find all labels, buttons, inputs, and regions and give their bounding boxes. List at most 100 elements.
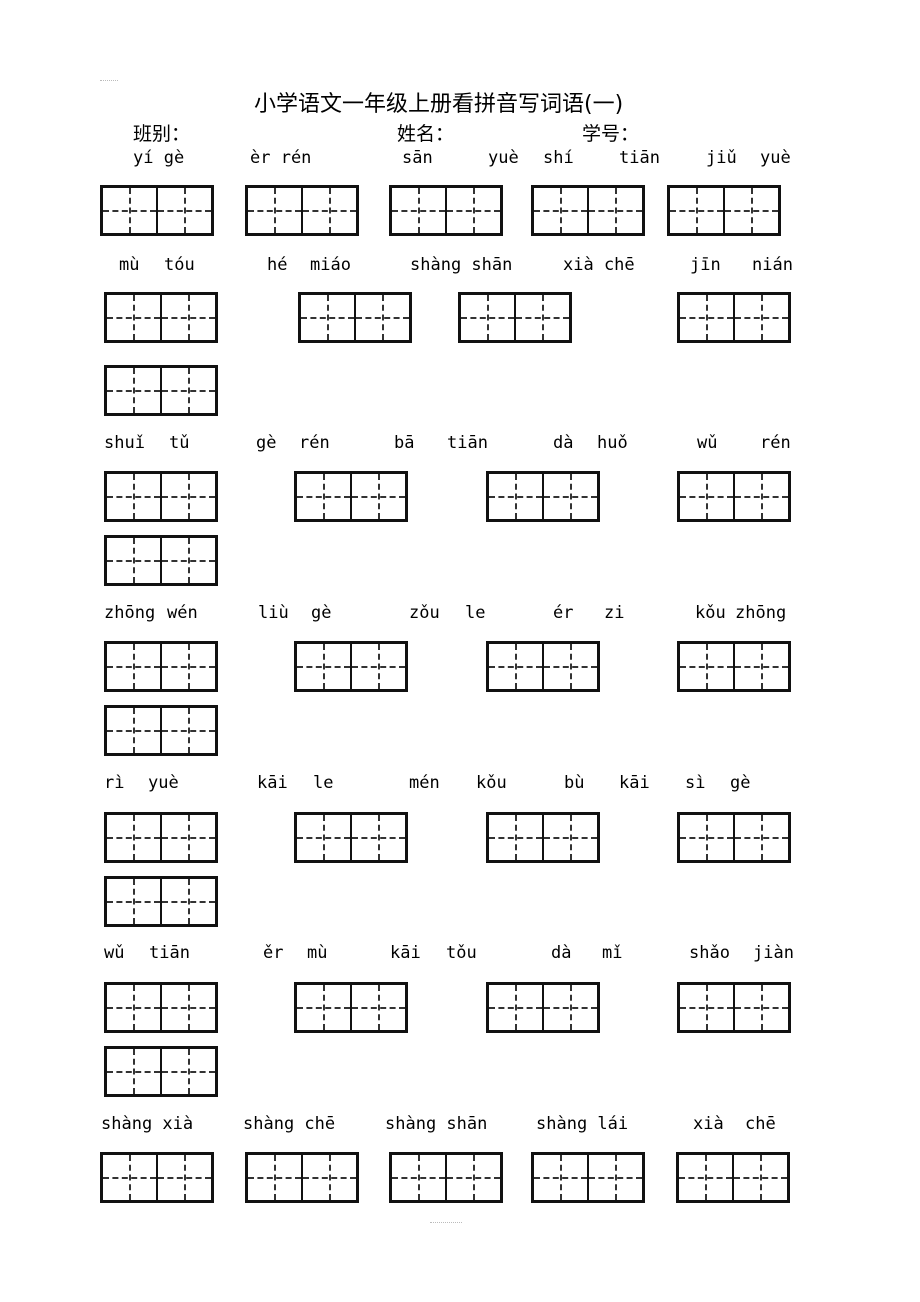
writing-grid-box[interactable]: [104, 292, 218, 343]
writing-grid-box[interactable]: [486, 982, 600, 1033]
tianzige-cell[interactable]: [160, 644, 215, 689]
tianzige-cell[interactable]: [489, 474, 542, 519]
writing-grid-box[interactable]: [104, 535, 218, 586]
tianzige-cell[interactable]: [542, 985, 597, 1030]
tianzige-cell[interactable]: [107, 985, 160, 1030]
writing-grid-box[interactable]: [531, 1152, 645, 1203]
writing-grid-box[interactable]: [294, 982, 408, 1033]
writing-grid-box[interactable]: [677, 471, 791, 522]
tianzige-cell[interactable]: [160, 538, 215, 583]
tianzige-cell[interactable]: [107, 644, 160, 689]
tianzige-cell[interactable]: [350, 644, 405, 689]
writing-grid-box[interactable]: [245, 185, 359, 236]
tianzige-cell[interactable]: [297, 474, 350, 519]
writing-grid-box[interactable]: [104, 705, 218, 756]
writing-grid-box[interactable]: [677, 641, 791, 692]
tianzige-cell[interactable]: [723, 188, 778, 233]
tianzige-cell[interactable]: [733, 474, 788, 519]
tianzige-cell[interactable]: [248, 188, 301, 233]
tianzige-cell[interactable]: [489, 815, 542, 860]
tianzige-cell[interactable]: [107, 708, 160, 753]
writing-grid-box[interactable]: [389, 1152, 503, 1203]
tianzige-cell[interactable]: [542, 474, 597, 519]
tianzige-cell[interactable]: [297, 985, 350, 1030]
writing-grid-box[interactable]: [677, 812, 791, 863]
tianzige-cell[interactable]: [534, 188, 587, 233]
tianzige-cell[interactable]: [680, 474, 733, 519]
writing-grid-box[interactable]: [486, 812, 600, 863]
tianzige-cell[interactable]: [445, 188, 500, 233]
tianzige-cell[interactable]: [160, 708, 215, 753]
tianzige-cell[interactable]: [514, 295, 569, 340]
tianzige-cell[interactable]: [542, 815, 597, 860]
tianzige-cell[interactable]: [301, 295, 354, 340]
tianzige-cell[interactable]: [461, 295, 514, 340]
tianzige-cell[interactable]: [350, 985, 405, 1030]
writing-grid-box[interactable]: [677, 982, 791, 1033]
writing-grid-box[interactable]: [676, 1152, 790, 1203]
writing-grid-box[interactable]: [677, 292, 791, 343]
tianzige-cell[interactable]: [160, 474, 215, 519]
writing-grid-box[interactable]: [100, 1152, 214, 1203]
tianzige-cell[interactable]: [103, 1155, 156, 1200]
tianzige-cell[interactable]: [160, 1049, 215, 1094]
tianzige-cell[interactable]: [680, 815, 733, 860]
tianzige-cell[interactable]: [160, 879, 215, 924]
writing-grid-box[interactable]: [389, 185, 503, 236]
writing-grid-box[interactable]: [298, 292, 412, 343]
tianzige-cell[interactable]: [489, 644, 542, 689]
tianzige-cell[interactable]: [156, 1155, 211, 1200]
tianzige-cell[interactable]: [733, 644, 788, 689]
tianzige-cell[interactable]: [733, 815, 788, 860]
tianzige-cell[interactable]: [160, 295, 215, 340]
writing-grid-box[interactable]: [104, 365, 218, 416]
writing-grid-box[interactable]: [100, 185, 214, 236]
tianzige-cell[interactable]: [107, 295, 160, 340]
tianzige-cell[interactable]: [680, 295, 733, 340]
writing-grid-box[interactable]: [294, 641, 408, 692]
tianzige-cell[interactable]: [301, 1155, 356, 1200]
tianzige-cell[interactable]: [156, 188, 211, 233]
tianzige-cell[interactable]: [542, 644, 597, 689]
writing-grid-box[interactable]: [531, 185, 645, 236]
writing-grid-box[interactable]: [104, 812, 218, 863]
tianzige-cell[interactable]: [297, 815, 350, 860]
tianzige-cell[interactable]: [732, 1155, 787, 1200]
writing-grid-box[interactable]: [667, 185, 781, 236]
tianzige-cell[interactable]: [160, 815, 215, 860]
tianzige-cell[interactable]: [107, 474, 160, 519]
writing-grid-box[interactable]: [104, 1046, 218, 1097]
tianzige-cell[interactable]: [107, 879, 160, 924]
tianzige-cell[interactable]: [103, 188, 156, 233]
tianzige-cell[interactable]: [350, 815, 405, 860]
writing-grid-box[interactable]: [294, 471, 408, 522]
tianzige-cell[interactable]: [534, 1155, 587, 1200]
tianzige-cell[interactable]: [679, 1155, 732, 1200]
writing-grid-box[interactable]: [294, 812, 408, 863]
writing-grid-box[interactable]: [104, 982, 218, 1033]
tianzige-cell[interactable]: [107, 815, 160, 860]
tianzige-cell[interactable]: [354, 295, 409, 340]
tianzige-cell[interactable]: [670, 188, 723, 233]
writing-grid-box[interactable]: [245, 1152, 359, 1203]
tianzige-cell[interactable]: [587, 188, 642, 233]
writing-grid-box[interactable]: [104, 876, 218, 927]
tianzige-cell[interactable]: [107, 1049, 160, 1094]
tianzige-cell[interactable]: [489, 985, 542, 1030]
tianzige-cell[interactable]: [587, 1155, 642, 1200]
tianzige-cell[interactable]: [350, 474, 405, 519]
tianzige-cell[interactable]: [680, 985, 733, 1030]
writing-grid-box[interactable]: [458, 292, 572, 343]
tianzige-cell[interactable]: [733, 295, 788, 340]
writing-grid-box[interactable]: [486, 471, 600, 522]
tianzige-cell[interactable]: [680, 644, 733, 689]
tianzige-cell[interactable]: [392, 1155, 445, 1200]
tianzige-cell[interactable]: [297, 644, 350, 689]
tianzige-cell[interactable]: [445, 1155, 500, 1200]
tianzige-cell[interactable]: [107, 538, 160, 583]
writing-grid-box[interactable]: [104, 641, 218, 692]
tianzige-cell[interactable]: [160, 985, 215, 1030]
writing-grid-box[interactable]: [486, 641, 600, 692]
tianzige-cell[interactable]: [248, 1155, 301, 1200]
writing-grid-box[interactable]: [104, 471, 218, 522]
